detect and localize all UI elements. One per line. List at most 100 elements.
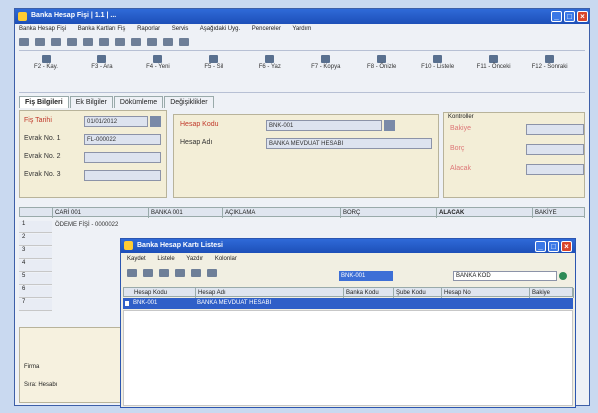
grid-icon[interactable]: [82, 38, 93, 46]
fis-tarihi-field[interactable]: 01/01/2012: [84, 116, 148, 127]
popup-title: Banka Hesap Kartı Listesi: [137, 242, 223, 249]
grid-column-header[interactable]: CARİ 001: [53, 208, 149, 218]
page-icon[interactable]: [114, 38, 125, 46]
go-icon[interactable]: [559, 272, 567, 280]
row-number: 6: [19, 286, 52, 298]
toolbar-button[interactable]: F2 - Kay.: [19, 53, 73, 70]
page-icon[interactable]: [98, 38, 109, 46]
menu-item[interactable]: Yazdır: [186, 256, 203, 262]
filter-select[interactable]: BANKA KOD: [453, 271, 557, 281]
row-number: 7: [19, 299, 52, 311]
toolbar-button[interactable]: F12 - Sonraki: [523, 53, 577, 70]
filter-input[interactable]: BNK-001: [339, 271, 393, 281]
save-icon: [41, 55, 51, 63]
folder-icon[interactable]: [19, 38, 29, 46]
grid-first-row-text[interactable]: ÖDEME FİŞİ - 0000022: [55, 222, 295, 228]
menu-item[interactable]: Servis: [172, 26, 189, 32]
maximize-icon[interactable]: □: [564, 11, 575, 22]
evrak-no3-field[interactable]: [84, 170, 161, 181]
grid-column-header[interactable]: BANKA 001: [149, 208, 223, 218]
borc-label: Borç: [450, 145, 465, 152]
refresh-icon[interactable]: [142, 269, 153, 277]
toolbar-button[interactable]: F7 - Kopya: [299, 53, 353, 70]
tab-dokumleme[interactable]: Dökümleme: [113, 96, 164, 108]
page-icon[interactable]: [178, 38, 189, 46]
evrak-no2-field[interactable]: [84, 152, 161, 163]
list-icon: [433, 55, 443, 63]
menu-item[interactable]: Kolonlar: [215, 256, 237, 262]
toolbar-button[interactable]: F10 - Listele: [411, 53, 465, 70]
popup-cell: BANKA MEVDUAT HESABI: [197, 300, 272, 306]
minimize-icon[interactable]: _: [535, 241, 546, 252]
menu-item[interactable]: Banka Hesap Fişi: [19, 26, 66, 32]
popup-grid-body: [123, 310, 573, 406]
toolbar-button[interactable]: F3 - Ara: [75, 53, 129, 70]
evrak-no-field[interactable]: FL-000022: [84, 134, 161, 145]
minimize-icon[interactable]: _: [551, 11, 562, 22]
popup-selected-row[interactable]: BNK-001 BANKA MEVDUAT HESABI: [123, 298, 573, 309]
popup-window: Banka Hesap Kartı Listesi _ □ × Kaydet L…: [120, 238, 576, 408]
lookup-icon[interactable]: [384, 120, 395, 131]
page-icon[interactable]: [162, 38, 173, 46]
popup-titlebar[interactable]: Banka Hesap Kartı Listesi _ □ ×: [121, 239, 575, 253]
alacak-label: Alacak: [450, 165, 472, 172]
right-control-panel: Kontroller Bakiye Borç Alacak: [443, 112, 585, 198]
calendar-icon[interactable]: [150, 116, 161, 127]
evrak-no2-label: Evrak No. 2: [24, 153, 61, 160]
search-icon: [97, 55, 107, 63]
menu-item[interactable]: Raporlar: [137, 26, 160, 32]
row-number: 2: [19, 234, 52, 246]
hesap-kodu-label: Hesap Kodu: [180, 121, 219, 128]
selected-row-pointer-icon: [125, 301, 129, 306]
tab-fis-bilgileri[interactable]: Fiş Bilgileri: [19, 96, 69, 108]
back-icon[interactable]: [34, 38, 45, 46]
menu-item[interactable]: Yardım: [292, 26, 311, 32]
delete-icon: [209, 55, 219, 63]
popup-column-header[interactable]: Banka Kodu: [344, 288, 394, 298]
hesap-adi-field: BANKA MEVDUAT HESABI: [266, 138, 432, 149]
popup-column-header[interactable]: Şube Kodu: [394, 288, 442, 298]
binoculars-icon[interactable]: [158, 269, 169, 277]
copy-icon: [321, 55, 331, 63]
tab-ek-bilgiler[interactable]: Ek Bilgiler: [69, 96, 113, 108]
filter-icon[interactable]: [206, 269, 217, 277]
menu-item[interactable]: Kaydet: [127, 256, 146, 262]
copy-icon[interactable]: [190, 269, 201, 277]
page-icon[interactable]: [130, 38, 141, 46]
main-titlebar[interactable]: Banka Hesap Fişi | 1.1 | ... _ □ ×: [15, 9, 589, 24]
edit-icon[interactable]: [174, 269, 185, 277]
popup-column-header[interactable]: Hesap No: [442, 288, 530, 298]
grid-column-header[interactable]: BORÇ: [341, 208, 437, 218]
close-icon[interactable]: ×: [577, 11, 588, 22]
hesap-kodu-field[interactable]: BNK-001: [266, 120, 382, 131]
popup-column-header[interactable]: Bakiye: [530, 288, 574, 298]
quick-toolbar: [19, 38, 585, 51]
new-icon: [153, 55, 163, 63]
toolbar-button[interactable]: F6 - Yaz: [243, 53, 297, 70]
toolbar-button[interactable]: F4 - Yeni: [131, 53, 185, 70]
page-icon[interactable]: [146, 38, 157, 46]
grid-column-header[interactable]: BAKİYE: [533, 208, 585, 218]
menu-item[interactable]: Pencereler: [252, 26, 281, 32]
tab-degisiklikler[interactable]: Değişiklikler: [164, 96, 214, 108]
toolbar-button[interactable]: F11 - Önceki: [467, 53, 521, 70]
forward-icon[interactable]: [50, 38, 61, 46]
back-icon[interactable]: [127, 269, 137, 277]
prev-icon: [489, 55, 499, 63]
toolbar-button[interactable]: F8 - Önizle: [355, 53, 409, 70]
print-icon: [265, 55, 275, 63]
row-number: 5: [19, 273, 52, 285]
menu-item[interactable]: Listele: [157, 256, 174, 262]
row-number: 1: [19, 221, 52, 233]
maximize-icon[interactable]: □: [548, 241, 559, 252]
alacak-field: [526, 164, 584, 175]
popup-column-header[interactable]: Hesap Adı: [196, 288, 344, 298]
menu-item[interactable]: Banka Kartları Fiş: [78, 26, 126, 32]
grid-column-header[interactable]: AÇIKLAMA: [223, 208, 341, 218]
menu-item[interactable]: Aşağıdaki Uyg.: [200, 26, 240, 32]
grid-column-header[interactable]: ALACAK: [437, 208, 533, 218]
close-icon[interactable]: ×: [561, 241, 572, 252]
home-icon[interactable]: [66, 38, 77, 46]
toolbar-button[interactable]: F5 - Sil: [187, 53, 241, 70]
popup-column-header[interactable]: Hesap Kodu: [132, 288, 196, 298]
